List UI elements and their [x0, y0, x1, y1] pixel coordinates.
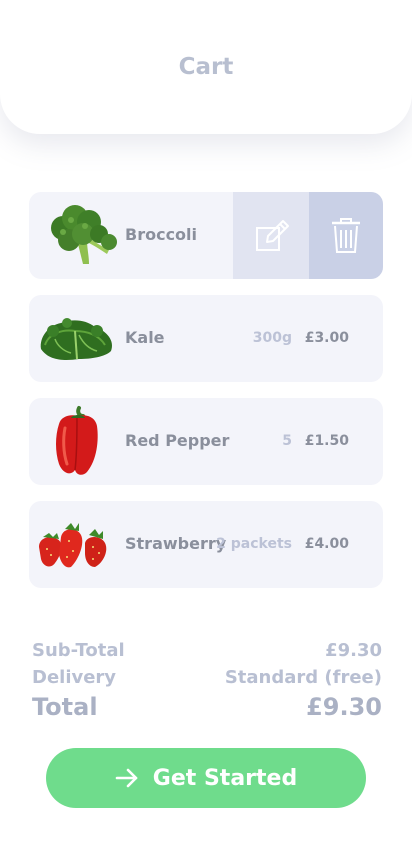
subtotal-value: £9.30: [325, 640, 382, 661]
cart-item-broccoli[interactable]: Broccoli: [29, 192, 383, 279]
delivery-label: Delivery: [32, 667, 117, 688]
get-started-button[interactable]: Get Started: [46, 748, 366, 808]
subtotal-label: Sub-Total: [32, 640, 125, 661]
item-name: Red Pepper: [125, 431, 230, 450]
cart-item-kale[interactable]: Kale 300g £3.00: [29, 295, 383, 382]
item-name: Strawberry: [125, 534, 227, 553]
header: Cart: [0, 0, 412, 134]
item-price: £1.50: [304, 433, 349, 449]
broccoli-image: [51, 205, 117, 264]
arrow-right-icon: [115, 768, 138, 788]
kale-image: [40, 318, 113, 360]
trash-icon: [332, 217, 360, 253]
subtotal-row: Sub-Total £9.30: [32, 640, 382, 661]
cart-item-red-pepper[interactable]: Red Pepper 5 £1.50: [29, 398, 383, 485]
item-price: £3.00: [304, 330, 349, 346]
item-quantity: 2 packets: [216, 536, 292, 552]
item-name: Broccoli: [125, 225, 198, 244]
delivery-value: Standard (free): [224, 667, 382, 688]
strawberry-image: [39, 523, 107, 568]
red-pepper-image: [56, 406, 98, 475]
get-started-label: Get Started: [152, 765, 298, 791]
item-quantity: 5: [282, 433, 292, 449]
total-label: Total: [32, 693, 98, 721]
item-price: £4.00: [304, 536, 349, 552]
edit-icon: [256, 219, 289, 251]
edit-button[interactable]: [233, 192, 309, 279]
cart-item-strawberry[interactable]: Strawberry 2 packets £4.00: [29, 501, 383, 588]
page-title: Cart: [178, 54, 234, 80]
item-quantity: 300g: [252, 330, 292, 346]
delete-button[interactable]: [309, 192, 383, 279]
total-row: Total £9.30: [32, 693, 382, 721]
delivery-row: Delivery Standard (free): [32, 667, 382, 688]
item-name: Kale: [125, 328, 165, 347]
total-value: £9.30: [306, 693, 382, 721]
